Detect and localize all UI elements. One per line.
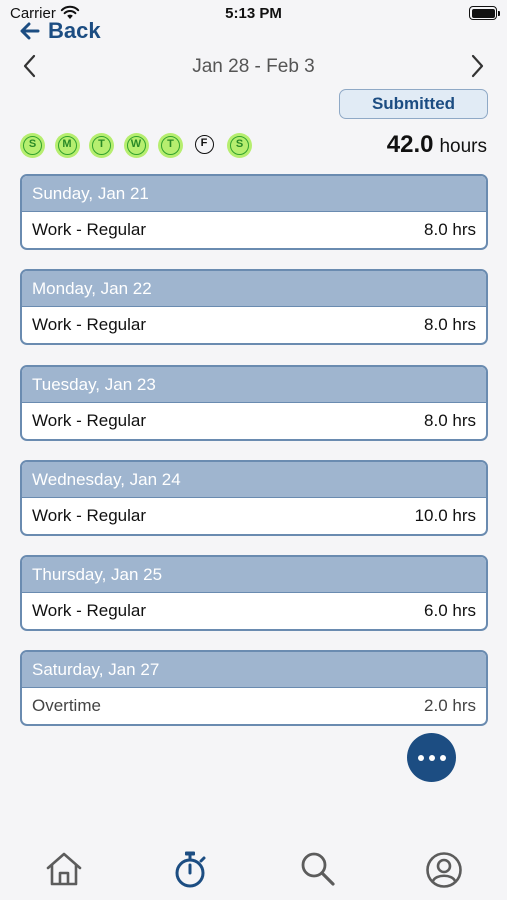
submitted-badge[interactable]: Submitted (339, 89, 488, 119)
day-header: Monday, Jan 22 (22, 271, 486, 308)
day-header: Saturday, Jan 27 (22, 652, 486, 689)
day-dot[interactable]: T (89, 133, 114, 158)
more-horizontal-icon (417, 754, 424, 761)
day-dot[interactable]: W (123, 133, 149, 158)
day-card: Wednesday, Jan 24 Work - Regular 10.0 hr… (20, 459, 488, 536)
time-entry-row[interactable]: Work - Regular 8.0 hrs (22, 212, 486, 248)
day-card: Saturday, Jan 27 Overtime 2.0 hrs (20, 650, 488, 727)
day-card: Sunday, Jan 21 Work - Regular 8.0 hrs (20, 174, 488, 250)
time-entry-hours: 6.0 hrs (424, 601, 476, 621)
search-icon[interactable] (298, 850, 338, 888)
total-hours-unit: hours (439, 136, 487, 157)
more-dot (439, 754, 446, 761)
time-entry-type: Work - Regular (32, 315, 146, 335)
back-label: Back (48, 18, 101, 43)
more-actions-button[interactable] (407, 733, 456, 782)
time-entry-hours: 8.0 hrs (424, 220, 476, 239)
tab-bar (0, 842, 507, 900)
time-entry-hours: 2.0 hrs (424, 696, 476, 716)
chevron-right-icon[interactable] (469, 54, 485, 78)
stopwatch-icon[interactable] (172, 850, 208, 890)
day-dot-letter: T (161, 136, 180, 155)
time-entry-row[interactable]: Work - Regular 6.0 hrs (22, 593, 486, 629)
day-dot-letter: F (194, 135, 214, 154)
day-header: Wednesday, Jan 24 (22, 461, 486, 498)
total-hours-value: 42.0 (386, 131, 434, 158)
time-entry-row[interactable]: Work - Regular 10.0 hrs (22, 498, 486, 534)
week-range: Jan 28 - Feb 3 (192, 56, 315, 77)
time-entry-type: Overtime (32, 696, 101, 716)
day-header: Tuesday, Jan 23 (22, 366, 486, 403)
battery-icon (469, 6, 500, 20)
week-day-indicators: S M T W T F S (20, 133, 262, 158)
day-header: Sunday, Jan 21 (22, 176, 486, 212)
arrow-left-icon (20, 22, 40, 40)
day-dot-letter: M (57, 136, 77, 155)
time-entry-row[interactable]: Work - Regular 8.0 hrs (22, 403, 486, 439)
day-dot[interactable]: M (54, 133, 80, 158)
day-card: Thursday, Jan 25 Work - Regular 6.0 hrs (20, 555, 488, 632)
day-dot-letter: S (230, 136, 249, 155)
home-icon[interactable] (44, 850, 84, 888)
day-dot-letter: W (126, 136, 146, 155)
time-entry-type: Work - Regular (32, 601, 146, 621)
time-entry-type: Work - Regular (32, 220, 146, 239)
day-dot[interactable]: S (20, 133, 45, 158)
total-hours: 42.0 hours (387, 131, 487, 159)
profile-icon[interactable] (424, 850, 464, 890)
day-dot-letter: S (23, 136, 42, 155)
day-dot[interactable]: T (158, 133, 183, 158)
day-header: Thursday, Jan 25 (22, 557, 486, 594)
day-list: Sunday, Jan 21 Work - Regular 8.0 hrs Mo… (20, 174, 488, 746)
back-button[interactable]: Back (20, 18, 101, 44)
time-entry-type: Work - Regular (32, 410, 146, 430)
time-entry-row[interactable]: Work - Regular 8.0 hrs (22, 307, 486, 343)
day-dot[interactable]: S (227, 133, 252, 158)
time-entry-hours: 8.0 hrs (424, 315, 476, 335)
time-entry-type: Work - Regular (32, 505, 146, 525)
more-dot (428, 754, 435, 761)
day-dot[interactable]: F (193, 133, 218, 158)
time-entry-row[interactable]: Overtime 2.0 hrs (22, 688, 486, 724)
day-dot-letter: T (92, 136, 111, 155)
day-card: Monday, Jan 22 Work - Regular 8.0 hrs (20, 269, 488, 346)
time-entry-hours: 8.0 hrs (424, 410, 476, 430)
week-navigator: Jan 28 - Feb 3 (0, 50, 507, 84)
day-card: Tuesday, Jan 23 Work - Regular 8.0 hrs (20, 364, 488, 441)
time-entry-hours: 10.0 hrs (414, 505, 476, 525)
